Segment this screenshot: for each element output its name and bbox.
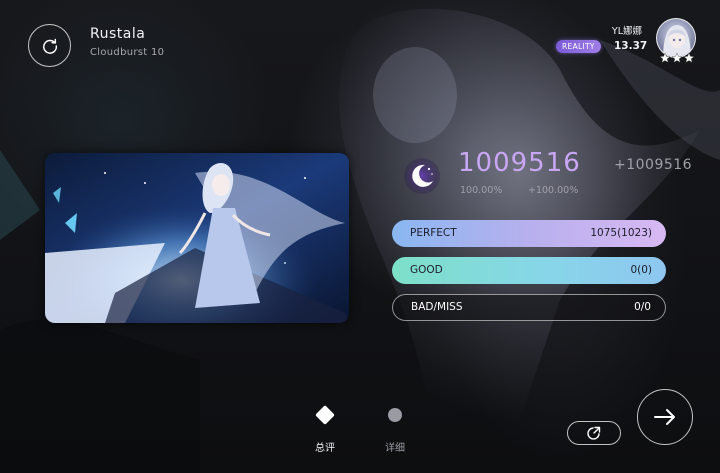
tab-detail-label: 详细 [385,443,405,454]
retry-button[interactable] [28,24,71,67]
player-name: YL娜娜 [611,26,642,37]
bad-miss-count: 0/0 [634,301,651,313]
share-icon [587,426,601,440]
bad-miss-label: BAD/MISS [411,301,463,313]
good-count: 0(0) [630,264,652,276]
rks-value: 13.37 [614,40,648,52]
crescent-moon-icon [404,158,440,194]
bad-miss-bar: BAD/MISS 0/0 [392,294,666,321]
score-value: 1009516 [458,148,581,178]
tab-summary-label: 总评 [315,443,335,454]
perfect-bar: PERFECT 1075(1023) [392,220,666,247]
score-delta: +1009516 [614,157,693,173]
share-button[interactable] [567,421,621,445]
song-illustration [45,153,349,323]
tab-detail[interactable]: 详细 [377,403,413,454]
song-difficulty: Cloudburst 10 [90,47,165,58]
rank-badge: REALITY [556,40,601,53]
diamond-icon [315,405,335,425]
tab-summary[interactable]: 总评 [307,403,343,454]
good-label: GOOD [410,264,443,276]
perfect-label: PERFECT [410,227,457,239]
arrow-right-icon [654,409,675,425]
dot-icon [388,408,402,422]
perfect-count: 1075(1023) [590,227,652,239]
next-button[interactable] [637,389,693,445]
accuracy-delta: +100.00% [528,185,579,196]
avatar-stars [659,52,695,63]
song-title: Rustala [90,26,146,42]
accuracy-value: 100.00% [460,185,503,196]
retry-icon [42,38,57,54]
good-bar: GOOD 0(0) [392,257,666,284]
